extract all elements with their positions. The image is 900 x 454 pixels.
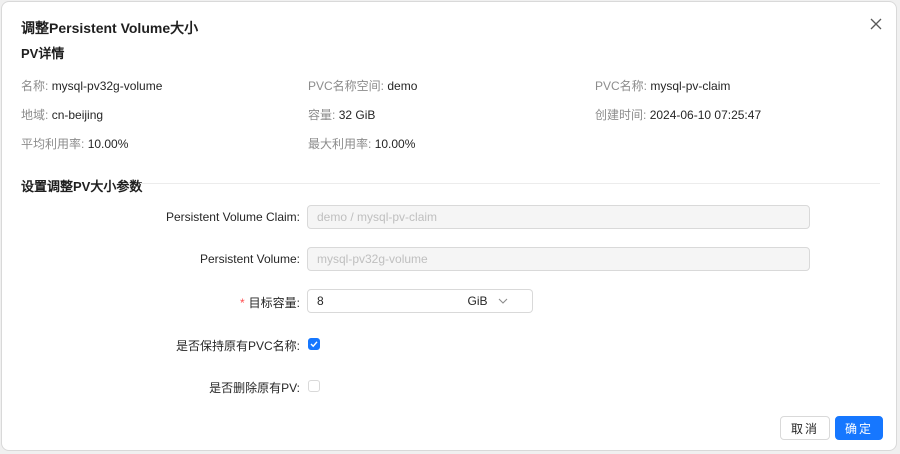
delete-original-pv-label: 是否删除原有PV:: [209, 381, 300, 395]
close-icon: [870, 18, 882, 30]
chevron-down-icon: [498, 298, 507, 304]
detail-created-at-value: 2024-06-10 07:25:47: [649, 108, 762, 122]
target-capacity-label-text: 目标容量:: [248, 296, 300, 310]
required-mark: *: [239, 296, 245, 310]
detail-pvc-name-label: PVC名称:: [595, 79, 648, 93]
detail-pvc-name-value: mysql-pv-claim: [650, 79, 731, 93]
close-button[interactable]: [866, 14, 886, 34]
detail-capacity: 容量: 32 GiB: [308, 106, 375, 123]
detail-pvc-namespace: PVC名称空间: demo: [308, 77, 417, 94]
detail-name-label: 名称:: [21, 79, 49, 93]
detail-region: 地域: cn-beijing: [21, 106, 103, 123]
check-icon: [310, 341, 318, 348]
detail-region-value: cn-beijing: [51, 108, 104, 122]
detail-avg-usage: 平均利用率: 10.00%: [21, 135, 128, 152]
detail-capacity-value: 32 GiB: [338, 108, 376, 122]
resize-pv-dialog: 调整Persistent Volume大小 PV详情 名称: mysql-pv3…: [1, 1, 897, 451]
detail-pvc-namespace-label: PVC名称空间:: [308, 79, 385, 93]
pv-input[interactable]: [307, 247, 810, 271]
delete-original-pv-checkbox[interactable]: [308, 380, 320, 392]
detail-pvc-namespace-value: demo: [387, 79, 418, 93]
confirm-button[interactable]: 确定: [835, 416, 883, 440]
keep-pvc-name-label: 是否保持原有PVC名称:: [175, 339, 300, 353]
cancel-button[interactable]: 取消: [780, 416, 830, 440]
pv-details-title: PV详情: [21, 46, 65, 61]
detail-name: 名称: mysql-pv32g-volume: [21, 77, 162, 94]
detail-avg-usage-label: 平均利用率:: [21, 137, 85, 151]
detail-name-value: mysql-pv32g-volume: [51, 79, 163, 93]
pvc-input[interactable]: [307, 205, 810, 229]
detail-max-usage-value: 10.00%: [374, 137, 416, 151]
dialog-title: 调整Persistent Volume大小: [21, 20, 199, 36]
keep-pvc-name-checkbox[interactable]: [308, 338, 320, 350]
pvc-label: Persistent Volume Claim:: [165, 210, 300, 224]
target-capacity-label: * 目标容量:: [240, 294, 300, 311]
resize-params-title: 设置调整PV大小参数: [21, 179, 143, 194]
target-capacity-input[interactable]: [307, 289, 444, 313]
detail-pvc-name: PVC名称: mysql-pv-claim: [595, 77, 730, 94]
detail-created-at: 创建时间: 2024-06-10 07:25:47: [595, 106, 761, 123]
section-divider: [140, 183, 880, 184]
detail-region-label: 地域:: [21, 108, 49, 122]
capacity-unit-value: GiB: [467, 294, 488, 308]
detail-capacity-label: 容量:: [308, 108, 336, 122]
pv-label: Persistent Volume:: [199, 252, 300, 266]
detail-max-usage-label: 最大利用率:: [308, 137, 372, 151]
detail-avg-usage-value: 10.00%: [87, 137, 129, 151]
capacity-unit-select[interactable]: GiB: [443, 289, 533, 313]
detail-created-at-label: 创建时间:: [595, 108, 647, 122]
detail-max-usage: 最大利用率: 10.00%: [308, 135, 415, 152]
